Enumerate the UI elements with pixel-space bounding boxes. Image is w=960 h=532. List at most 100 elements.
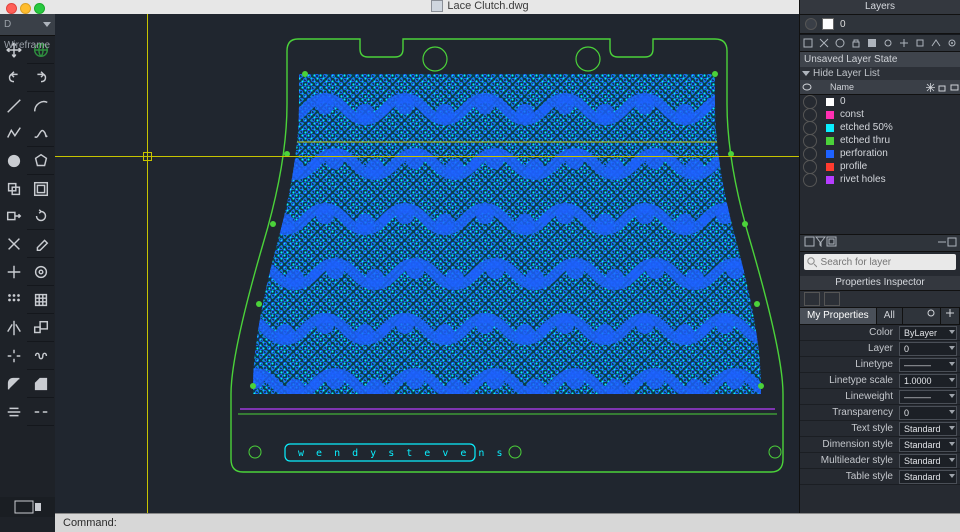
layer-color-swatch[interactable]: [826, 176, 834, 184]
layer-color-swatch[interactable]: [826, 163, 834, 171]
layer-item[interactable]: etched thru: [800, 134, 960, 147]
eye-icon[interactable]: [805, 18, 817, 30]
layer-new-icon[interactable]: [802, 37, 814, 49]
property-value[interactable]: ———: [899, 390, 957, 404]
model-space-indicator[interactable]: [0, 497, 55, 517]
tool-polyline[interactable]: [0, 119, 27, 146]
eye-icon[interactable]: [803, 134, 817, 148]
current-layer-index: 0: [840, 19, 960, 30]
select-similar-icon[interactable]: [824, 292, 840, 306]
layer-isolate-icon[interactable]: [898, 37, 910, 49]
property-value[interactable]: Standard: [899, 454, 957, 468]
eye-icon[interactable]: [803, 108, 817, 122]
layer-item[interactable]: etched 50%: [800, 121, 960, 134]
layer-group-icon[interactable]: [826, 236, 837, 250]
command-bar[interactable]: Command:: [55, 513, 960, 532]
property-value[interactable]: ByLayer: [899, 326, 957, 340]
eye-icon[interactable]: [803, 160, 817, 174]
layer-search[interactable]: [804, 254, 956, 270]
layer-off-icon[interactable]: [882, 37, 894, 49]
tool-undo[interactable]: [0, 64, 27, 91]
tool-fillet[interactable]: [0, 370, 27, 397]
tool-copy[interactable]: [0, 175, 27, 202]
eye-icon[interactable]: [803, 95, 817, 109]
view-mode-header[interactable]: D Wireframe: [0, 14, 55, 36]
tool-circle[interactable]: [0, 147, 27, 174]
layer-item[interactable]: profile: [800, 160, 960, 173]
layer-color-icon[interactable]: [866, 37, 878, 49]
layer-item[interactable]: 0: [800, 95, 960, 108]
tool-redo[interactable]: [27, 64, 54, 92]
layer-filter-icon[interactable]: [815, 236, 826, 250]
property-value[interactable]: Standard: [899, 470, 957, 484]
inspector-collapse-icon[interactable]: [922, 308, 941, 324]
tool-pan[interactable]: [0, 258, 27, 285]
layer-color-swatch[interactable]: [826, 111, 834, 119]
layer-color-swatch[interactable]: [826, 98, 834, 106]
tab-my-properties[interactable]: My Properties: [800, 308, 877, 324]
property-row: Text style Standard: [800, 421, 960, 437]
property-value[interactable]: ———: [899, 358, 957, 372]
tool-spline[interactable]: [27, 119, 54, 147]
layer-color-swatch[interactable]: [826, 124, 834, 132]
property-row: Color ByLayer: [800, 325, 960, 341]
chevron-down-icon: [949, 474, 955, 478]
window-filename: Lace Clutch.dwg: [447, 0, 528, 12]
tool-align[interactable]: [0, 398, 27, 425]
tool-break[interactable]: [27, 398, 54, 426]
col-freeze-icon[interactable]: [924, 83, 936, 92]
chevron-down-icon: [949, 394, 955, 398]
layer-minimize-icon[interactable]: [937, 237, 947, 250]
drawing-area[interactable]: w e n d y s t e v e n s: [55, 14, 800, 514]
tool-mirror[interactable]: [0, 314, 27, 341]
tool-rotate[interactable]: [27, 202, 54, 230]
tool-erase[interactable]: [27, 230, 54, 258]
tool-arc[interactable]: [27, 92, 54, 119]
tool-trim[interactable]: [0, 230, 27, 257]
property-value[interactable]: Standard: [899, 422, 957, 436]
tool-polygon[interactable]: [27, 147, 54, 175]
tool-offset[interactable]: [27, 175, 54, 202]
col-name[interactable]: Name: [828, 82, 924, 92]
tool-chamfer[interactable]: [27, 370, 54, 398]
property-value[interactable]: 0: [899, 342, 957, 356]
inspector-settings-icon[interactable]: [941, 308, 960, 324]
tool-orbit[interactable]: [27, 258, 54, 286]
layer-freeze-icon[interactable]: [834, 37, 846, 49]
tool-stretch[interactable]: [0, 202, 27, 229]
layer-match-icon[interactable]: [930, 37, 942, 49]
layer-color-swatch[interactable]: [826, 150, 834, 158]
layer-item[interactable]: perforation: [800, 147, 960, 160]
tool-scale[interactable]: [27, 314, 54, 342]
layer-name: perforation: [840, 148, 960, 159]
tool-explode[interactable]: [0, 342, 27, 369]
layer-expand-icon[interactable]: [947, 237, 957, 250]
layer-lock-icon[interactable]: [850, 37, 862, 49]
col-plot-icon[interactable]: [948, 83, 960, 92]
layer-merge-icon[interactable]: [914, 37, 926, 49]
hide-layer-list[interactable]: Hide Layer List: [800, 67, 960, 80]
eye-icon[interactable]: [803, 173, 817, 187]
layer-states-icon[interactable]: [804, 236, 815, 250]
layer-state-label[interactable]: Unsaved Layer State: [800, 52, 960, 67]
col-visibility-icon[interactable]: [800, 83, 814, 91]
current-layer-row[interactable]: 0: [800, 15, 960, 34]
col-lock-icon[interactable]: [936, 83, 948, 92]
eye-icon[interactable]: [803, 147, 817, 161]
layer-color-swatch[interactable]: [826, 137, 834, 145]
tool-join[interactable]: [27, 342, 54, 370]
property-value[interactable]: 0: [899, 406, 957, 420]
layer-item[interactable]: rivet holes: [800, 173, 960, 186]
layer-delete-icon[interactable]: [818, 37, 830, 49]
layer-search-input[interactable]: [819, 256, 956, 269]
property-value[interactable]: 1.0000: [899, 374, 957, 388]
tool-line[interactable]: [0, 92, 27, 119]
tool-array[interactable]: [0, 286, 27, 313]
layer-settings-icon[interactable]: [946, 37, 958, 49]
quick-select-icon[interactable]: [804, 292, 820, 306]
tool-hatch[interactable]: [27, 286, 54, 314]
property-value[interactable]: Standard: [899, 438, 957, 452]
layer-item[interactable]: const: [800, 108, 960, 121]
tab-all[interactable]: All: [877, 308, 903, 324]
eye-icon[interactable]: [803, 121, 817, 135]
